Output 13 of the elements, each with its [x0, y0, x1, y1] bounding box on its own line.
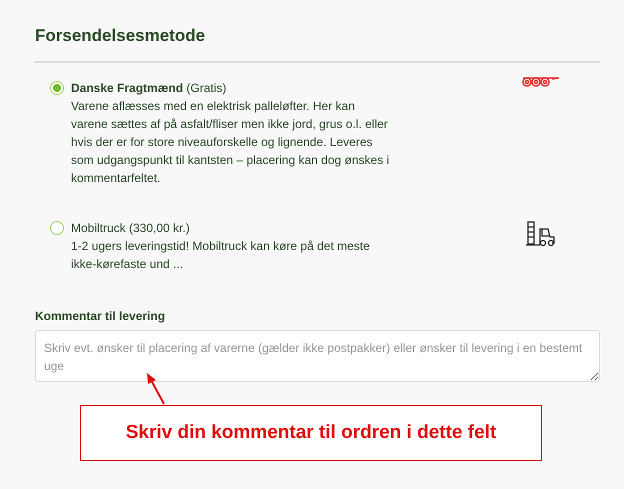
section-title: Forsendelsesmetode: [35, 26, 206, 46]
arrow: [145, 372, 167, 406]
radio-button[interactable]: [50, 221, 64, 235]
option-description: 1-2 ugers leveringstid! Mobiltruck kan køre på det meste ikke-kørefaste und ...: [71, 238, 371, 273]
callout-box: Skriv din kommentar til ordren i dette felt: [80, 405, 542, 461]
option-description: Varene aflæsses med en elektrisk palleløfter. Her kan varene sættes af på asfalt/fliser men ikke jord, grus o.l. eller hvis der er for store niveauforskelle og lignende. Leveres som udgangspunkt til kantsten – placering kan dog ønskes i kommentarfeltet.: [71, 98, 390, 187]
comment-field[interactable]: Skriv evt. ønsker til placering af varerne (gælder ikke postpakker) eller ønsker til levering i en bestemt uge: [35, 330, 600, 382]
option-label[interactable]: Mobiltruck (330,00 kr.): [71, 219, 401, 237]
swirl-logo-icon: [522, 76, 560, 88]
radio-button[interactable]: [50, 81, 64, 95]
field-label: Kommentar til levering: [35, 309, 166, 323]
option-label[interactable]: Danske Fragtmænd (Gratis): [71, 79, 401, 97]
forklift-icon: [526, 221, 556, 247]
